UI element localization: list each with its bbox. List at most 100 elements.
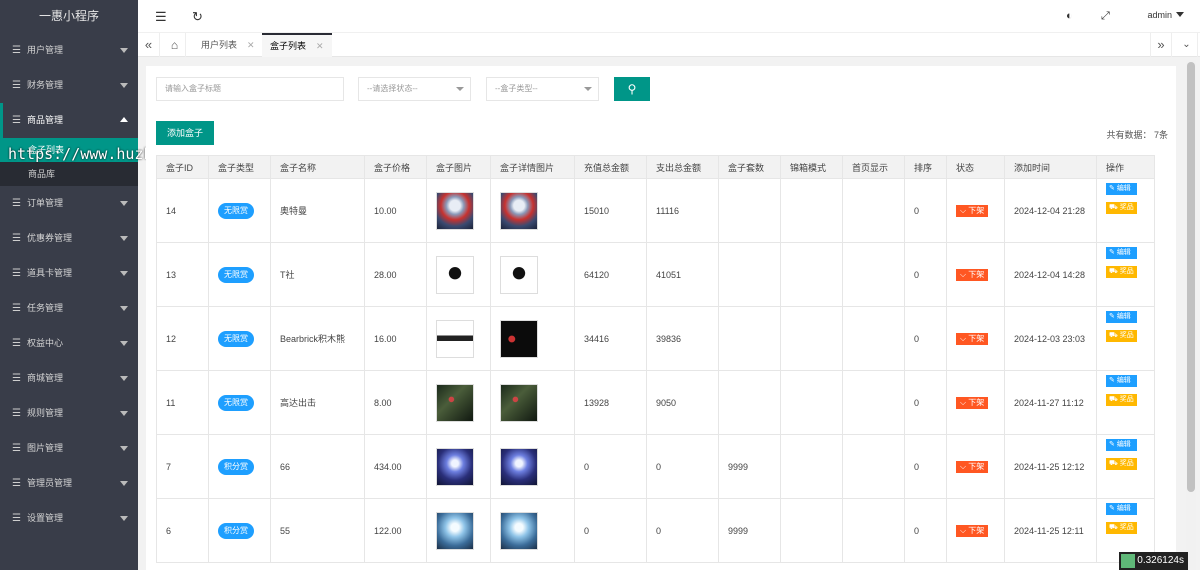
chevron-down-icon	[120, 48, 128, 53]
delete-button[interactable]: 🗑 删除	[1106, 349, 1137, 361]
detail-thumbnail[interactable]	[500, 383, 538, 422]
tabs-scroll-right-icon[interactable]: »	[1150, 33, 1172, 57]
close-icon[interactable]: ✕	[247, 40, 255, 50]
search-button[interactable]: ⚲	[614, 77, 650, 101]
box-thumbnail[interactable]	[436, 191, 474, 230]
menu-toggle-icon[interactable]: ☰	[155, 9, 167, 25]
prize-icon: ⛟	[1109, 460, 1120, 467]
sidebar-item[interactable]: ☰ 管理员管理	[0, 466, 138, 501]
prize-button[interactable]: ⛟ 奖品	[1106, 330, 1137, 342]
prize-button[interactable]: ⛟ 奖品	[1106, 458, 1137, 470]
scrollbar-thumb[interactable]	[1187, 62, 1195, 492]
home-icon[interactable]: ⌂	[164, 33, 186, 57]
offline-toggle[interactable]: ⌵ 下架	[956, 396, 989, 409]
tab-label: 盒子列表	[270, 41, 307, 51]
tabs-scroll-left-icon[interactable]: «	[138, 33, 160, 57]
type-select[interactable]: --盒子类型--	[486, 77, 599, 101]
refresh-icon[interactable]: ↻	[192, 9, 203, 25]
detail-thumbnail[interactable]	[500, 191, 538, 230]
offline-toggle[interactable]: ⌵ 下架	[956, 204, 989, 217]
theme-icon[interactable]: ◐	[1066, 10, 1073, 22]
box-thumbnail[interactable]	[436, 447, 474, 486]
expense-total-cell: 39836	[646, 306, 719, 371]
add-box-button[interactable]: 添加盒子	[156, 121, 215, 145]
detail-thumbnail[interactable]	[500, 319, 538, 358]
offline-toggle[interactable]: ⌵ 下架	[956, 460, 989, 473]
recharge-total-cell: 0	[574, 498, 647, 563]
sidebar-item[interactable]: ☰ 图片管理	[0, 431, 138, 466]
chevron-down-icon	[120, 201, 128, 206]
status-select[interactable]: --请选择状态--	[358, 77, 471, 101]
delete-button[interactable]: 🗑 删除	[1106, 413, 1137, 425]
edit-button-label: 编辑	[1116, 313, 1131, 320]
prize-button-label: 奖品	[1119, 204, 1134, 211]
edit-button[interactable]: ✎ 编辑	[1106, 375, 1137, 387]
edit-button[interactable]: ✎ 编辑	[1106, 311, 1137, 323]
close-icon[interactable]: ✕	[316, 41, 324, 51]
tab-box-list[interactable]: 盒子列表 ✕	[262, 33, 332, 57]
box-type-cell: 积分赏	[208, 434, 271, 499]
tab-user-list[interactable]: 用户列表 ✕	[193, 33, 263, 57]
offline-toggle[interactable]: ⌵ 下架	[956, 524, 989, 537]
prize-icon: ⛟	[1109, 524, 1120, 531]
box-thumbnail[interactable]	[436, 255, 474, 294]
status-label: 下架	[968, 397, 985, 407]
column-header: 锦箱模式	[780, 155, 843, 179]
sidebar-item[interactable]: ☰ 道具卡管理	[0, 256, 138, 291]
detail-thumbnail[interactable]	[500, 447, 538, 486]
edit-button[interactable]: ✎ 编辑	[1106, 439, 1137, 451]
actions-cell: ✎ 编辑 ⛟ 奖品 🗑 删除	[1096, 178, 1155, 243]
type-badge: 无限赏	[218, 330, 254, 347]
delete-button-label: 删除	[1119, 351, 1134, 358]
box-image-cell	[426, 370, 491, 435]
sidebar-item[interactable]: ☰ 任务管理	[0, 291, 138, 326]
offline-toggle[interactable]: ⌵ 下架	[956, 268, 989, 281]
sort-cell: 0	[904, 434, 947, 499]
submenu-item[interactable]: 商品库	[0, 162, 138, 186]
user-menu[interactable]: admin	[1147, 10, 1184, 20]
table-row: 6 积分赏 55 122.00 0 0 9999 0 ⌵ 下架 2024-11-25 12:11 ✎…	[156, 498, 1155, 563]
delete-button[interactable]: 🗑 删除	[1106, 285, 1137, 297]
box-sets-cell: 9999	[718, 498, 781, 563]
box-image-cell	[426, 498, 491, 563]
created-time-cell: 2024-12-04 14:28	[1004, 242, 1097, 307]
edit-button[interactable]: ✎ 编辑	[1106, 503, 1137, 515]
edit-button[interactable]: ✎ 编辑	[1106, 247, 1137, 259]
box-detail-image-cell	[490, 242, 575, 307]
delete-button[interactable]: 🗑 删除	[1106, 477, 1137, 489]
expense-total-cell: 41051	[646, 242, 719, 307]
prize-button[interactable]: ⛟ 奖品	[1106, 202, 1137, 214]
box-thumbnail[interactable]	[436, 511, 474, 550]
offline-toggle[interactable]: ⌵ 下架	[956, 332, 989, 345]
delete-button[interactable]: 🗑 删除	[1106, 221, 1137, 233]
sidebar-item[interactable]: ☰ 优惠券管理	[0, 221, 138, 256]
timer-badge: 0.326124s	[1119, 552, 1188, 570]
sidebar-item-label: 权益中心	[27, 338, 64, 348]
box-price-cell: 8.00	[364, 370, 427, 435]
sort-cell: 0	[904, 242, 947, 307]
sidebar-item[interactable]: ☰ 订单管理	[0, 186, 138, 221]
sidebar-item[interactable]: ☰ 商城管理	[0, 361, 138, 396]
box-thumbnail[interactable]	[436, 383, 474, 422]
box-title-input[interactable]: 请输入盒子标题	[156, 77, 344, 101]
prize-button[interactable]: ⛟ 奖品	[1106, 266, 1137, 278]
edit-button[interactable]: ✎ 编辑	[1106, 183, 1137, 195]
detail-thumbnail[interactable]	[500, 255, 538, 294]
sidebar-item[interactable]: ☰ 用户管理	[0, 33, 138, 68]
sidebar-item[interactable]: ☰ 权益中心	[0, 326, 138, 361]
sidebar-item-label: 图片管理	[27, 443, 64, 453]
sidebar-item[interactable]: ☰ 财务管理	[0, 68, 138, 103]
detail-thumbnail[interactable]	[500, 511, 538, 550]
sidebar-item[interactable]: ☰ 规则管理	[0, 396, 138, 431]
box-mode-cell	[780, 498, 843, 563]
fullscreen-icon[interactable]: ⤢	[1101, 10, 1110, 23]
sidebar-item[interactable]: ☰ 设置管理	[0, 501, 138, 536]
prize-button[interactable]: ⛟ 奖品	[1106, 394, 1137, 406]
box-mode-cell	[780, 434, 843, 499]
tabs-dropdown-icon[interactable]: ⌄	[1176, 33, 1198, 57]
prize-button[interactable]: ⛟ 奖品	[1106, 522, 1137, 534]
sidebar-item-label: 用户管理	[27, 45, 64, 55]
box-thumbnail[interactable]	[436, 319, 474, 358]
sidebar-item[interactable]: ☰ 商品管理	[0, 103, 138, 138]
list-icon: ☰	[12, 268, 21, 279]
